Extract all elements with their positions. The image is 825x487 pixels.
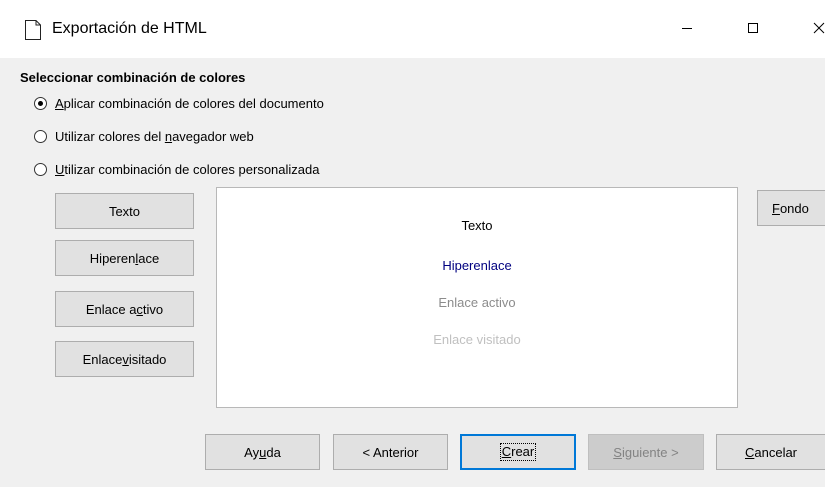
close-button[interactable] (796, 0, 825, 58)
cancel-button[interactable]: Cancelar (716, 434, 825, 470)
preview-texto: Texto (461, 218, 493, 233)
radio-label: Utilizar combinación de colores personal… (55, 162, 320, 177)
color-preview-panel: Texto Hiperenlace Enlace activo Enlace v… (216, 187, 738, 408)
maximize-icon (747, 22, 759, 37)
help-button[interactable]: Ay u da (205, 434, 320, 470)
enlace-visitado-color-button[interactable]: Enlace v isitado (55, 341, 194, 377)
fondo-color-button[interactable]: Fondo (757, 190, 825, 226)
preview-enlace-visitado: Enlace visitado (433, 332, 521, 347)
previous-button[interactable]: < Anterior (333, 434, 448, 470)
minimize-icon (681, 22, 693, 37)
maximize-button[interactable] (730, 0, 776, 58)
preview-hiperenlace: Hiperenlace (442, 258, 512, 273)
window-title: Exportación de HTML (52, 20, 207, 37)
radio-button[interactable] (34, 163, 47, 176)
preview-enlace-activo: Enlace activo (438, 295, 516, 310)
close-icon (813, 22, 825, 37)
next-button[interactable]: Siguiente > (588, 434, 704, 470)
html-export-dialog: Exportación de HTML Seleccionar combinac… (0, 0, 825, 487)
radio-label: Utilizar colores del navegador web (55, 129, 254, 144)
document-icon (25, 20, 41, 40)
dialog-content: Seleccionar combinación de colores Aplic… (0, 58, 825, 487)
enlace-activo-color-button[interactable]: Enlace a c tivo (55, 291, 194, 327)
create-button[interactable]: Crear (460, 434, 576, 470)
radio-label: Aplicar combinación de colores del docum… (55, 96, 324, 111)
minimize-button[interactable] (664, 0, 710, 58)
texto-color-button[interactable]: Texto (55, 193, 194, 229)
title-bar: Exportación de HTML (0, 0, 825, 58)
radio-button-checked[interactable] (34, 97, 47, 110)
hiperenlace-color-button[interactable]: Hiperen l ace (55, 240, 194, 276)
radio-button[interactable] (34, 130, 47, 143)
radio-browser-colors[interactable]: Utilizar colores del navegador web (34, 129, 254, 144)
section-heading: Seleccionar combinación de colores (20, 70, 246, 85)
radio-document-colors[interactable]: Aplicar combinación de colores del docum… (34, 96, 324, 111)
radio-custom-colors[interactable]: Utilizar combinación de colores personal… (34, 162, 319, 177)
